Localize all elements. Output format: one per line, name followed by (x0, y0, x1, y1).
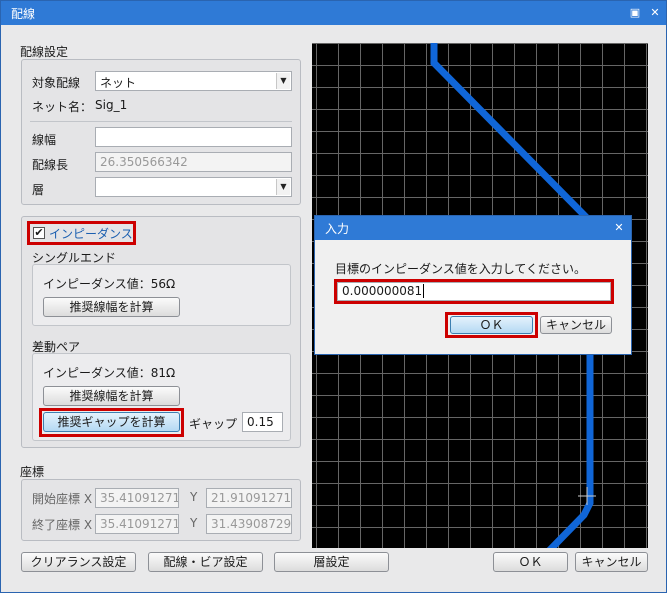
chevron-down-icon[interactable]: ▼ (276, 179, 290, 195)
title-bar: 配線 ▣ ✕ (1, 1, 666, 25)
cancel-button[interactable]: キャンセル (575, 552, 648, 572)
width-input[interactable] (95, 127, 292, 147)
input-dialog-prompt: 目標のインピーダンス値を入力してください。 (335, 262, 587, 276)
diff-pair-calc-width-button[interactable]: 推奨線幅を計算 (43, 386, 180, 406)
impedance-value-input[interactable]: 0.000000081 (337, 282, 611, 301)
impedance-value-text: 0.000000081 (342, 284, 423, 298)
diff-pair-calc-gap-button[interactable]: 推奨ギャップを計算 (43, 412, 180, 432)
close-icon[interactable]: ✕ (648, 6, 662, 20)
impedance-checkbox[interactable]: ✔ (33, 227, 45, 239)
end-coord-label: 終了座標 X (32, 518, 93, 532)
target-label: 対象配線 (32, 76, 81, 90)
net-name-label: ネット名： (32, 100, 93, 114)
restore-icon[interactable]: ▣ (628, 6, 642, 20)
target-select-value: ネット (100, 76, 137, 90)
wiring-settings-header: 配線設定 (20, 45, 69, 59)
dialog-cancel-button[interactable]: キャンセル (540, 316, 612, 334)
layer-settings-button[interactable]: 層設定 (274, 552, 389, 572)
single-end-impedance-value: インピーダンス値：56Ω (43, 277, 176, 291)
end-y-label: Y (190, 516, 198, 530)
start-x-input: 35.41091271 (95, 488, 179, 508)
input-dialog-title-bar: 入力 ✕ (315, 216, 631, 240)
single-end-group: インピーダンス値：56Ω 推奨線幅を計算 (32, 264, 291, 326)
width-label: 線幅 (32, 133, 57, 147)
length-label: 配線長 (32, 158, 69, 172)
wiring-window: 配線 ▣ ✕ 配線設定 対象配線 ネット ▼ ネット名： Sig_1 線幅 配線… (0, 0, 667, 593)
layer-label: 層 (32, 183, 45, 197)
impedance-panel: ✔ インピーダンス シングルエンド インピーダンス値：56Ω 推奨線幅を計算 差… (21, 216, 301, 448)
start-y-label: Y (190, 490, 198, 504)
input-dialog: 入力 ✕ 目標のインピーダンス値を入力してください。 0.000000081 Ｏ… (314, 215, 632, 355)
end-y-input: 31.43908729 (206, 514, 292, 534)
ok-button[interactable]: ＯＫ (493, 552, 568, 572)
start-y-input: 21.91091271 (206, 488, 292, 508)
layer-select[interactable]: ▼ (95, 177, 292, 197)
wiring-settings-panel: 対象配線 ネット ▼ ネット名： Sig_1 線幅 配線長 26.3505663… (21, 59, 301, 205)
coordinates-panel: 開始座標 X 35.41091271 Y 21.91091271 終了座標 X … (21, 479, 301, 541)
input-dialog-title: 入力 (325, 222, 350, 236)
diff-pair-group: インピーダンス値：81Ω 推奨線幅を計算 推奨ギャップを計算 ギャップ 0.15 (32, 353, 291, 441)
start-coord-label: 開始座標 X (32, 492, 93, 506)
impedance-checkbox-label[interactable]: インピーダンス (49, 225, 133, 242)
window-title: 配線 (11, 7, 36, 21)
target-select[interactable]: ネット ▼ (95, 71, 292, 91)
gap-label: ギャップ (189, 417, 238, 431)
net-name-value: Sig_1 (95, 98, 128, 112)
single-end-calc-width-button[interactable]: 推奨線幅を計算 (43, 297, 180, 317)
diff-pair-impedance-value: インピーダンス値：81Ω (43, 366, 176, 380)
dialog-ok-button[interactable]: ＯＫ (450, 316, 533, 334)
coordinates-header: 座標 (20, 465, 45, 479)
clearance-settings-button[interactable]: クリアランス設定 (21, 552, 136, 572)
divider (30, 121, 292, 122)
close-icon[interactable]: ✕ (612, 221, 626, 235)
chevron-down-icon[interactable]: ▼ (276, 73, 290, 89)
wiring-via-settings-button[interactable]: 配線・ビア設定 (148, 552, 263, 572)
length-input: 26.350566342 (95, 152, 292, 172)
gap-input[interactable]: 0.15 (242, 412, 283, 432)
end-x-input: 35.41091271 (95, 514, 179, 534)
text-caret (423, 284, 425, 298)
